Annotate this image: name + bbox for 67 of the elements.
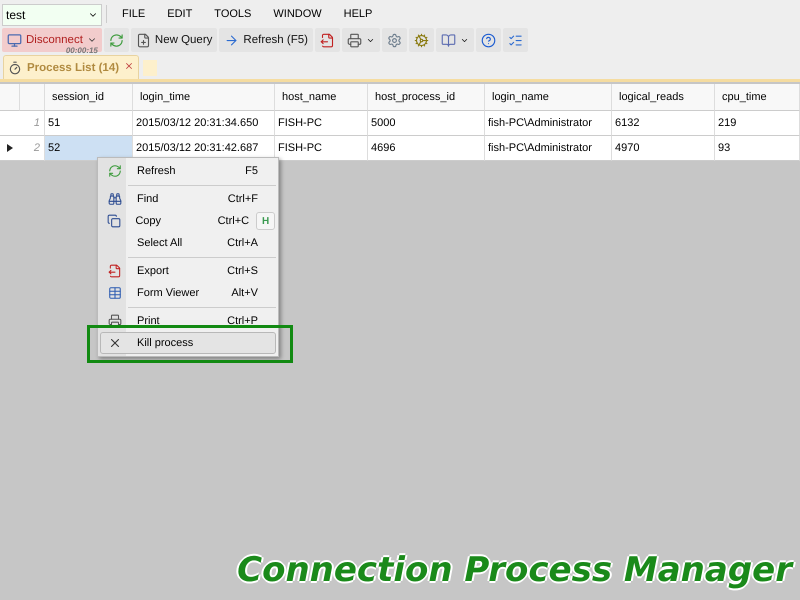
printer-icon [108,314,122,328]
arrow-icon [224,32,240,48]
menu-item[interactable]: EDIT [156,8,204,20]
toolbar-button[interactable] [314,28,340,52]
menu-item[interactable]: Print Ctrl+P [100,310,276,332]
book-icon [440,32,456,48]
menu-item[interactable]: Copy Ctrl+C H [100,210,276,232]
column-header[interactable]: cpu_time [715,84,800,111]
table-cell: 51 [45,111,133,136]
column-header[interactable]: login_name [485,84,612,111]
table-cell: fish-PC\Administrator [485,136,612,161]
table-cell: 6132 [612,111,715,136]
hotkey-badge: H [256,212,276,230]
help-icon [480,32,496,48]
copy-icon [107,214,122,228]
table-cell: 4696 [368,136,485,161]
column-header[interactable]: host_name [275,84,368,111]
toolbar-dropdown[interactable] [436,28,474,52]
export-icon [320,32,335,48]
refresh-icon [108,32,124,48]
toolbar-button[interactable] [382,28,407,52]
menu-item[interactable]: Find Ctrl+F [100,188,276,210]
menu-item[interactable]: Export Ctrl+S [100,260,276,282]
close-icon [108,336,122,350]
menu-item[interactable]: Form Viewer Alt+V [100,282,276,304]
checklist-icon [508,32,523,48]
table-cell: 2015/03/12 20:31:34.650 [133,111,275,136]
settings-icon [386,32,402,48]
column-header[interactable]: logical_reads [612,84,715,111]
monitor-icon [7,32,22,48]
toolbar-button[interactable]: Refresh (F5) [219,28,313,52]
connection-timer: 00:00:15 [66,46,98,55]
menu-item[interactable]: WINDOW [262,8,333,20]
toolbar-dropdown[interactable] [342,28,380,52]
export-icon [108,264,122,278]
refresh-icon [108,164,122,178]
column-header[interactable]: login_time [133,84,275,111]
column-header[interactable]: session_id [45,84,133,111]
toolbar-button[interactable] [476,28,501,52]
table-cell: FISH-PC [275,111,368,136]
menu-item[interactable]: Kill process [100,332,276,354]
table-cell: 219 [715,111,800,136]
toolbar-button[interactable] [408,28,434,52]
toolbar-button[interactable] [502,28,528,52]
current-row-icon [7,144,13,152]
table-icon [108,286,122,300]
table-cell: fish-PC\Administrator [485,111,612,136]
toolbar-button[interactable]: New Query [130,28,218,52]
menu-item[interactable]: HELP [332,8,384,20]
menu-item[interactable]: Refresh F5 [100,160,276,182]
table-cell: 93 [715,136,800,161]
toolbar-button[interactable] [104,28,129,52]
printer-icon [346,32,362,48]
connection-dropdown[interactable]: test [2,4,102,26]
caption-title: Connection Process Manager [237,550,792,590]
menu-item[interactable]: TOOLS [203,8,262,20]
column-header[interactable]: host_process_id [368,84,485,111]
stopwatch-icon [8,60,22,74]
table-cell: 5000 [368,111,485,136]
gears-icon [414,32,429,48]
menu-item[interactable]: FILE [111,8,156,20]
new-document-icon [136,32,151,48]
disconnect-button[interactable]: Disconnect 00:00:15 [2,28,102,52]
binoculars-icon [108,192,122,206]
menu-item[interactable]: Select All Ctrl+A [100,232,276,254]
table-cell: 52 [45,136,133,161]
table-cell: 4970 [612,136,715,161]
